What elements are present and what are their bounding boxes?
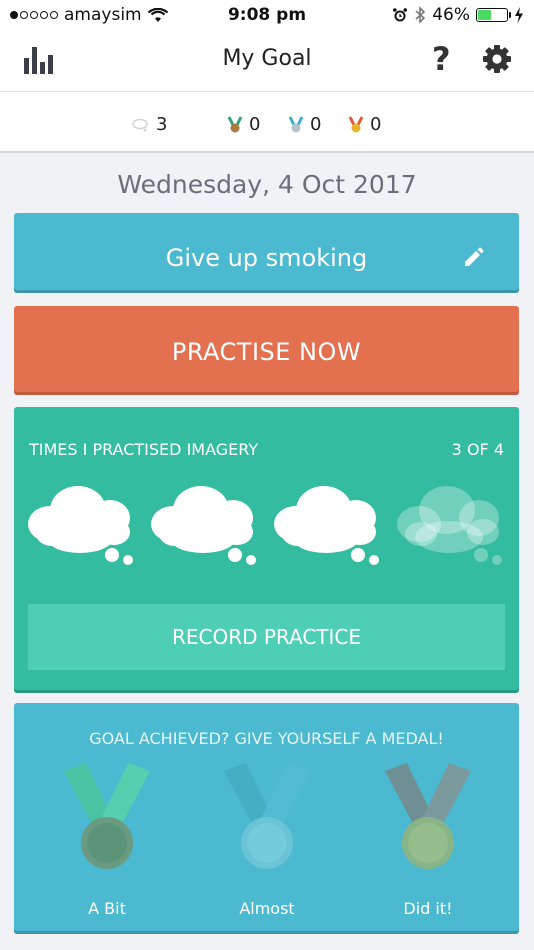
status-bar: amaysim 9:08 pm 46%	[0, 0, 534, 30]
alarm-icon	[393, 8, 408, 22]
help-button[interactable]: ?	[432, 40, 451, 78]
silver-medal-icon	[288, 115, 304, 132]
thought-bubble-icon	[132, 118, 148, 131]
charging-icon	[515, 7, 523, 23]
battery-level	[478, 10, 491, 20]
bronze-count-value: 0	[249, 114, 261, 135]
current-date: Wednesday, 4 Oct 2017	[117, 170, 417, 199]
silver-medal-icon	[224, 763, 310, 869]
navigation-bar: My Goal ?	[0, 30, 534, 92]
goal-label: Give up smoking	[165, 244, 368, 272]
thought-bubble-filled	[28, 486, 133, 565]
goal-card[interactable]: Give up smoking	[14, 213, 519, 290]
battery-icon	[476, 8, 511, 22]
record-practice-button[interactable]: RECORD PRACTICE	[28, 604, 505, 670]
bronze-medal-icon	[64, 763, 150, 869]
medal-almost-label: Almost	[239, 899, 295, 918]
achievement-counters: 3 0 0 0	[0, 92, 534, 153]
page-title: My Goal	[222, 46, 312, 71]
practise-now-button[interactable]: PRACTISE NOW	[14, 306, 519, 392]
bronze-medal-icon	[227, 115, 243, 132]
thought-bubble-empty	[397, 486, 502, 565]
thought-bubble-filled	[151, 486, 256, 565]
medal-almost[interactable]: Almost	[202, 763, 332, 928]
gold-medal-icon	[385, 763, 471, 869]
gold-count: 0	[348, 114, 381, 135]
imagery-count: 3 OF 4	[451, 440, 504, 459]
status-right: 46%	[392, 5, 524, 25]
thought-count: 3	[132, 114, 167, 135]
pencil-icon[interactable]	[462, 247, 484, 269]
silver-count: 0	[288, 114, 321, 135]
medal-card: GOAL ACHIEVED? GIVE YOURSELF A MEDAL! A …	[14, 703, 519, 931]
thought-count-value: 3	[156, 114, 168, 135]
practise-now-label: PRACTISE NOW	[171, 338, 362, 366]
gear-icon[interactable]	[482, 44, 512, 74]
medal-a-bit[interactable]: A Bit	[42, 763, 172, 928]
medal-did-it-label: Did it!	[403, 899, 453, 918]
battery-percent: 46%	[432, 5, 470, 25]
medal-did-it[interactable]: Did it!	[363, 763, 493, 928]
gold-count-value: 0	[370, 114, 382, 135]
thought-bubble-filled	[274, 486, 379, 565]
bronze-count: 0	[227, 114, 260, 135]
imagery-title: TIMES I PRACTISED IMAGERY	[29, 440, 259, 459]
silver-count-value: 0	[310, 114, 322, 135]
bluetooth-icon	[415, 6, 426, 24]
medal-title: GOAL ACHIEVED? GIVE YOURSELF A MEDAL!	[89, 729, 444, 748]
medal-a-bit-label: A Bit	[88, 899, 126, 918]
gold-medal-icon	[348, 115, 364, 132]
imagery-practice-card: TIMES I PRACTISED IMAGERY 3 OF 4 RECORD …	[14, 407, 519, 690]
